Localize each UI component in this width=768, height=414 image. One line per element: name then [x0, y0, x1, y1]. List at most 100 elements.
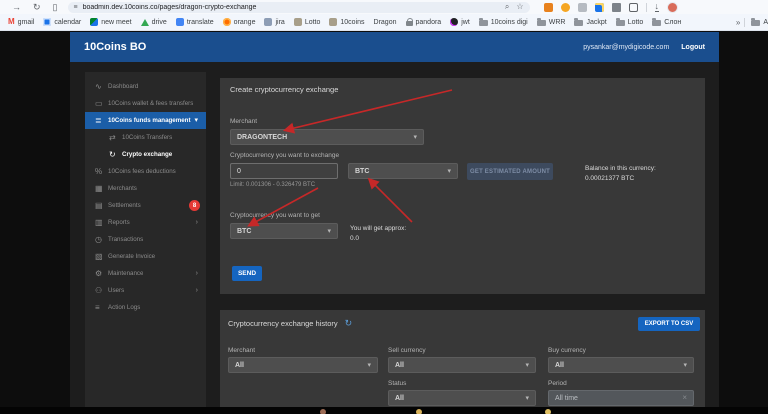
filter-buy-label: Buy currency [548, 347, 586, 354]
chevron-down-icon: ▾ [525, 361, 529, 369]
amount-input[interactable] [230, 163, 338, 179]
bookmark-orange[interactable]: orange [222, 18, 255, 26]
approx-info: You will get approx: 0.0 [350, 224, 406, 244]
translate-icon [175, 18, 184, 26]
bookmark-lotto[interactable]: Lotto [293, 18, 321, 26]
bookmark-calendar[interactable]: calendar [43, 18, 81, 26]
percent-icon: % [95, 166, 103, 176]
bookmark-new-meet[interactable]: new meet [90, 18, 132, 26]
badge-extension-icon[interactable] [611, 2, 621, 12]
zoom-icon[interactable]: ⌕ [505, 2, 509, 12]
bookmark-folder-a[interactable]: A [751, 18, 768, 26]
profile-avatar[interactable] [667, 1, 678, 13]
bookmark-translate[interactable]: translate [175, 18, 214, 26]
bookmark-folder-jackpt[interactable]: Jackpt [574, 18, 607, 26]
bookmark-label: 10coins digi [490, 18, 528, 26]
bookmark-folder-10coins-digi[interactable]: 10coins digi [478, 18, 528, 26]
chevron-down-icon: ▾ [447, 167, 451, 175]
sidebar-item-users[interactable]: ⚇ Users › [85, 282, 206, 299]
bookmark-jira[interactable]: jira [264, 18, 285, 26]
sell-currency-select[interactable]: BTC ▾ [348, 163, 458, 179]
chevron-down-icon: ▾ [327, 227, 331, 235]
sidebar-item-dashboard[interactable]: ∿ Dashboard [85, 78, 206, 95]
meet-icon [90, 18, 99, 26]
export-to-csv-button[interactable]: EXPORT TO CSV [638, 317, 700, 331]
chevron-right-icon: › [195, 270, 198, 277]
sidebar-item-action-logs[interactable]: ≡ Action Logs [85, 299, 206, 316]
reload-icon[interactable]: ↻ [33, 2, 41, 12]
fox-extension-icon[interactable] [543, 2, 553, 12]
user-email: pysankar@mydigicode.com [583, 43, 670, 51]
filter-merchant-select[interactable]: All ▾ [228, 357, 378, 373]
exchange-currency-label: Cryptocurrency you want to exchange [230, 152, 340, 159]
sidebar-item-transactions[interactable]: ◷ Transactions [85, 231, 206, 248]
filter-buy-select[interactable]: All ▾ [548, 357, 694, 373]
bookmark-folder-wrr[interactable]: WRR [536, 18, 565, 26]
sell-currency-value: BTC [355, 167, 370, 175]
bookmarks-overflow-icon[interactable]: » [736, 18, 740, 27]
bookmarks-divider [744, 17, 746, 27]
grey-extension-icon[interactable] [577, 2, 587, 12]
address-bar[interactable]: ≡ boadmin.dev.10coins.co/pages/dragon-cr… [67, 1, 530, 13]
clear-icon[interactable]: × [682, 394, 687, 402]
sidebar-item-wallet-fees-transfers[interactable]: ▭ 10Coins wallet & fees transfers [85, 95, 206, 112]
sidebar-item-settlements[interactable]: ▤ Settlements 8 [85, 197, 206, 214]
sidebar-item-funds-management[interactable]: ≣ 10Coins funds management ▾ [85, 112, 206, 129]
logout-button[interactable]: Logout [681, 44, 705, 51]
sidebar-item-merchants[interactable]: ▦ Merchants [85, 180, 206, 197]
bookmark-folder-lotto[interactable]: Lotto [615, 18, 643, 26]
bookmark-label: Dragon [373, 18, 397, 26]
chevron-right-icon: › [195, 287, 198, 294]
filter-period-input[interactable]: All time × [548, 390, 694, 406]
sidebar-item-reports[interactable]: ▥ Reports › [85, 214, 206, 231]
exchange-history-card: Cryptocurrency exchange history ↻ EXPORT… [220, 310, 705, 407]
sidebar-item-label: Transactions [108, 236, 144, 243]
chevron-down-icon: ▾ [525, 394, 529, 402]
sidebar-item-10coins-transfers[interactable]: ⇄ 10Coins Transfers [85, 129, 206, 146]
reading-list-icon[interactable]: ▯ [53, 2, 58, 12]
bookmark-jwt[interactable]: jwt [450, 18, 470, 26]
download-icon[interactable]: ↓ [654, 2, 659, 12]
chevron-right-icon: › [195, 219, 198, 226]
sidebar-item-generate-invoice[interactable]: ▧ Generate Invoice [85, 248, 206, 265]
bookmark-label: Lotto [304, 18, 321, 26]
square-extension-icon[interactable] [628, 2, 638, 12]
bookmark-dragon[interactable]: Dragon [374, 19, 397, 26]
sidebar-item-crypto-exchange[interactable]: ↻ Crypto exchange [85, 146, 206, 163]
bookmark-gmail[interactable]: M gmail [8, 18, 34, 26]
filter-status-select[interactable]: All ▾ [388, 390, 536, 406]
taskbar-icon-partial [545, 409, 551, 414]
taskbar-icon-partial [416, 409, 422, 414]
bookmark-folder-slon[interactable]: Слон [652, 18, 681, 26]
site-settings-icon[interactable]: ≡ [74, 4, 78, 11]
sidebar-item-label: Merchants [108, 185, 137, 192]
merchant-select-value: DRAGONTECH [237, 133, 288, 141]
sidebar: ∿ Dashboard ▭ 10Coins wallet & fees tran… [85, 72, 206, 407]
bookmarks-bar: M gmail calendar new meet drive translat… [0, 14, 768, 31]
folder-icon [574, 18, 584, 26]
buy-currency-value: BTC [237, 227, 252, 235]
url-text[interactable]: boadmin.dev.10coins.co/pages/dragon-cryp… [83, 4, 505, 11]
bookmark-drive[interactable]: drive [140, 18, 167, 26]
buy-currency-select[interactable]: BTC ▾ [230, 223, 338, 239]
sidebar-item-maintenance[interactable]: ⚙ Maintenance › [85, 265, 206, 282]
bookmark-star-icon[interactable]: ☆ [516, 2, 523, 12]
gmail-icon: M [8, 17, 15, 26]
bookmark-pandora[interactable]: pandora [405, 18, 441, 26]
send-button[interactable]: SEND [232, 266, 262, 281]
blue-extension-icon[interactable] [594, 2, 604, 12]
users-icon: ⚇ [95, 285, 103, 295]
merchant-select[interactable]: DRAGONTECH ▾ [230, 129, 424, 145]
gear-icon: ⚙ [95, 268, 103, 278]
forward-icon[interactable]: → [12, 2, 21, 12]
sidebar-item-fees-deductions[interactable]: % 10Coins fees deductions [85, 163, 206, 180]
refresh-icon[interactable]: ↻ [345, 318, 353, 329]
filter-sell-select[interactable]: All ▾ [388, 357, 536, 373]
lock-icon [405, 18, 413, 26]
bookmark-10coins[interactable]: 10coins [329, 18, 365, 26]
orange-extension-icon[interactable] [560, 2, 570, 12]
approx-value: 0.0 [350, 234, 360, 242]
balance-label: Balance in this currency: [585, 165, 656, 172]
filter-status-label: Status [388, 380, 407, 387]
get-estimated-amount-button[interactable]: GET ESTIMATED AMOUNT [467, 163, 553, 180]
